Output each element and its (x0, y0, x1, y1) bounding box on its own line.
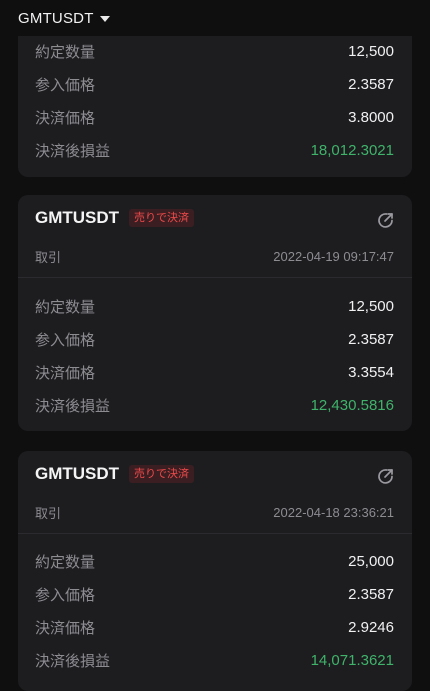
chevron-down-icon (99, 16, 110, 22)
pnl-value: 12,430.5816 (310, 397, 394, 414)
exit-price-label: 決済価格 (35, 110, 96, 127)
pnl-row: 決済後損益 18,012.3021 (35, 134, 394, 167)
trade-card[interactable]: GMTUSDT 売りで決済 取引 2022-04-19 09:17:47 約定数… (18, 195, 412, 431)
entry-price-value: 2.3587 (348, 76, 394, 93)
exit-price-row: 決済価格 3.3554 (35, 356, 394, 389)
pnl-row: 決済後損益 12,430.5816 (35, 389, 394, 422)
pnl-value: 14,071.3621 (310, 652, 394, 669)
trade-timestamp: 2022-04-19 09:17:47 (273, 248, 394, 264)
divider (18, 533, 412, 534)
pair-selector[interactable]: GMTUSDT (18, 7, 110, 29)
entry-price-label: 参入価格 (35, 587, 96, 604)
quantity-label: 約定数量 (35, 299, 96, 316)
quantity-row: 約定数量 25,000 (35, 545, 394, 578)
quantity-row: 約定数量 12,500 (35, 290, 394, 323)
share-icon[interactable] (376, 466, 396, 486)
trade-details: 約定数量 12,500 参入価格 2.3587 決済価格 3.8000 決済後損… (35, 35, 394, 167)
trade-meta: 取引 2022-04-19 09:17:47 (35, 247, 394, 265)
entry-price-row: 参入価格 2.3587 (35, 323, 394, 356)
pnl-value: 18,012.3021 (310, 142, 394, 159)
trade-details: 約定数量 12,500 参入価格 2.3587 決済価格 3.3554 決済後損… (35, 290, 394, 422)
quantity-label: 約定数量 (35, 44, 96, 61)
quantity-value: 12,500 (348, 298, 394, 315)
trade-meta: 取引 2022-04-18 23:36:21 (35, 503, 394, 521)
trade-card[interactable]: GMTUSDT 売りで決済 取引 2022-04-18 23:36:21 約定数… (18, 451, 412, 691)
pair-selector-label: GMTUSDT (18, 9, 94, 27)
pnl-label: 決済後損益 (35, 398, 111, 415)
trade-details: 約定数量 25,000 参入価格 2.3587 決済価格 2.9246 決済後損… (35, 545, 394, 677)
card-header: GMTUSDT 売りで決済 (35, 206, 195, 230)
divider (18, 277, 412, 278)
quantity-label: 約定数量 (35, 554, 96, 571)
entry-price-value: 2.3587 (348, 586, 394, 603)
quantity-value: 25,000 (348, 553, 394, 570)
top-bar: GMTUSDT (0, 0, 430, 36)
exit-price-value: 2.9246 (348, 619, 394, 636)
exit-price-row: 決済価格 2.9246 (35, 611, 394, 644)
card-title: GMTUSDT (35, 208, 120, 227)
trade-timestamp: 2022-04-18 23:36:21 (273, 504, 394, 520)
side-badge: 売りで決済 (129, 209, 195, 227)
exit-price-value: 3.3554 (348, 364, 394, 381)
entry-price-row: 参入価格 2.3587 (35, 68, 394, 101)
card-header: GMTUSDT 売りで決済 (35, 462, 195, 486)
exit-price-value: 3.8000 (348, 109, 394, 126)
quantity-row: 約定数量 12,500 (35, 35, 394, 68)
entry-price-label: 参入価格 (35, 332, 96, 349)
entry-price-value: 2.3587 (348, 331, 394, 348)
exit-price-row: 決済価格 3.8000 (35, 101, 394, 134)
pnl-row: 決済後損益 14,071.3621 (35, 644, 394, 677)
share-icon[interactable] (376, 210, 396, 230)
entry-price-row: 参入価格 2.3587 (35, 578, 394, 611)
exit-price-label: 決済価格 (35, 365, 96, 382)
entry-price-label: 参入価格 (35, 77, 96, 94)
side-badge: 売りで決済 (129, 465, 195, 483)
card-title: GMTUSDT (35, 464, 120, 483)
pnl-label: 決済後損益 (35, 653, 111, 670)
quantity-value: 12,500 (348, 43, 394, 60)
trade-card[interactable]: 約定数量 12,500 参入価格 2.3587 決済価格 3.8000 決済後損… (18, 20, 412, 177)
trade-type: 取引 (35, 505, 62, 521)
pnl-label: 決済後損益 (35, 143, 111, 160)
trade-type: 取引 (35, 249, 62, 265)
exit-price-label: 決済価格 (35, 620, 96, 637)
